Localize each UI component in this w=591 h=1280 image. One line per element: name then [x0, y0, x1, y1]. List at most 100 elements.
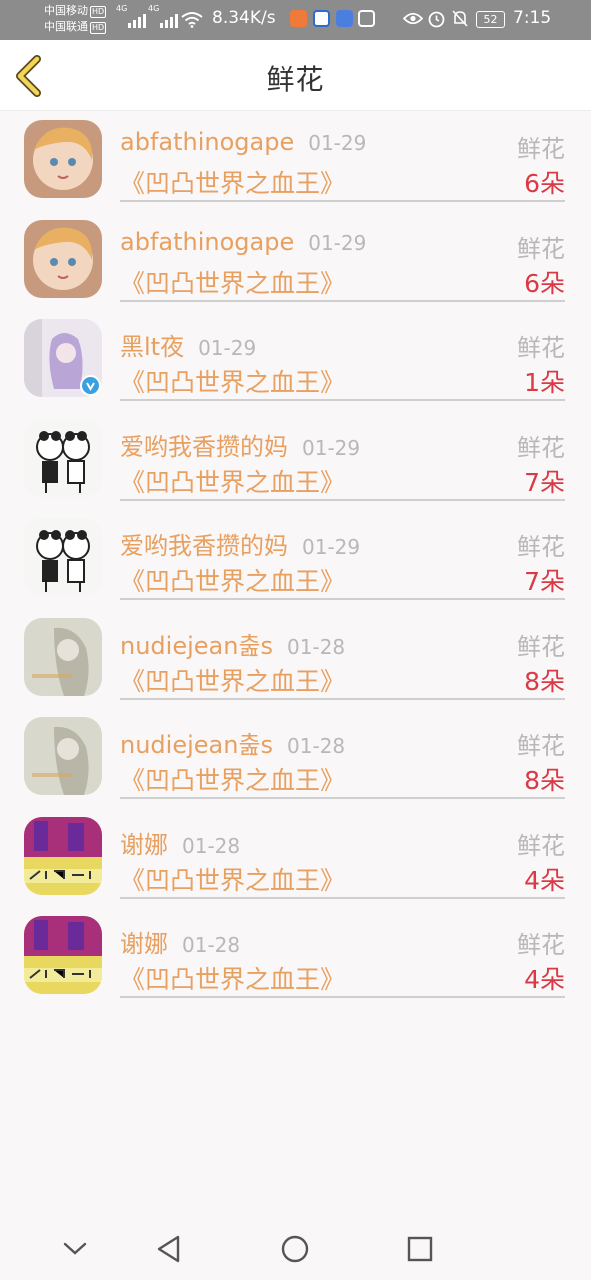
chevron-down-icon [63, 1242, 87, 1255]
list-item[interactable]: 黑lt夜 01-29 鲜花 《凹凸世界之血王》 1朵 [0, 319, 591, 419]
network-type: 4G [116, 4, 128, 13]
record-date: 01-29 [302, 435, 361, 460]
cartoon-couple-avatar[interactable] [24, 518, 102, 596]
user-name[interactable]: 黑lt夜 01-29 [120, 327, 256, 362]
user-name[interactable]: 谢娜 01-28 [120, 825, 240, 860]
user-name[interactable]: 爱哟我香攒的妈 01-29 [120, 526, 360, 561]
hand-icon [358, 10, 375, 27]
record-date: 01-29 [308, 230, 367, 255]
app-header: 鲜花 [0, 40, 591, 111]
divider [120, 200, 565, 202]
divider [120, 299, 565, 302]
user-name[interactable]: nudiejean춢s 01-28 [120, 626, 345, 661]
gift-type-label: 鲜花 [517, 632, 565, 661]
user-name[interactable]: 爱哟我香攒的妈 01-29 [120, 427, 360, 462]
list-item[interactable]: nudiejean춢s 01-28 鲜花 《凹凸世界之血王》 8朵 [0, 617, 591, 718]
record-date: 01-28 [182, 933, 241, 957]
gift-type-label: 鲜花 [517, 533, 565, 561]
hd-badge: HD [90, 6, 107, 18]
app-notification-icon [313, 10, 330, 27]
square-recents-icon [407, 1236, 433, 1262]
list-item[interactable]: 爱哟我香攒的妈 01-29 鲜花 《凹凸世界之血王》 7朵 [0, 518, 591, 618]
user-name[interactable]: 谢娜 01-28 [120, 924, 240, 959]
divider [120, 697, 565, 700]
book-title[interactable]: 《凹凸世界之血王》 [120, 662, 345, 698]
gift-type-label: 鲜花 [517, 135, 565, 163]
divider [120, 797, 565, 799]
record-date: 01-28 [287, 634, 346, 659]
book-title[interactable]: 《凹凸世界之血王》 [120, 861, 345, 897]
record-date: 01-28 [287, 734, 346, 758]
verified-badge-icon [80, 375, 101, 396]
user-name[interactable]: abfathinogape 01-29 [120, 228, 366, 256]
list-item[interactable]: nudiejean춢s 01-28 鲜花 《凹凸世界之血王》 8朵 [0, 717, 591, 817]
record-date: 01-29 [308, 131, 367, 155]
book-title[interactable]: 《凹凸世界之血王》 [120, 264, 345, 300]
network-type: 4G [148, 4, 160, 13]
triangle-back-icon [157, 1235, 180, 1263]
gift-type-label: 鲜花 [517, 732, 565, 760]
book-title[interactable]: 《凹凸世界之血王》 [120, 761, 345, 797]
battery-icon: 52 [476, 11, 505, 28]
nav-home-button[interactable] [278, 1232, 312, 1266]
flower-count: 4朵 [524, 865, 565, 895]
divider [120, 598, 565, 600]
flower-count: 8朵 [524, 766, 565, 795]
user-name[interactable]: abfathinogape 01-29 [120, 128, 366, 156]
book-title[interactable]: 《凹凸世界之血王》 [120, 463, 345, 499]
nav-recents-button[interactable] [403, 1232, 437, 1266]
music-icon [336, 10, 353, 27]
colorful-text-avatar[interactable] [24, 916, 102, 994]
book-title[interactable]: 《凹凸世界之血王》 [120, 562, 345, 598]
gift-type-label: 鲜花 [517, 433, 565, 462]
divider [120, 399, 565, 401]
mute-bell-icon [452, 10, 468, 27]
flower-count: 7朵 [524, 567, 565, 596]
user-name[interactable]: nudiejean춢s 01-28 [120, 725, 345, 760]
clock: 7:15 [513, 8, 552, 28]
divider [120, 896, 565, 899]
network-speed: 8.34K/s [212, 8, 276, 28]
gift-type-label: 鲜花 [517, 831, 565, 860]
flower-count: 8朵 [524, 666, 565, 696]
flower-count: 6朵 [524, 169, 565, 198]
record-date: 01-29 [302, 535, 361, 559]
list-item[interactable]: abfathinogape 01-29 鲜花 《凹凸世界之血王》 6朵 [0, 219, 591, 320]
flower-count: 4朵 [524, 965, 565, 994]
anime-girl-avatar[interactable] [24, 219, 102, 298]
wifi-icon [181, 12, 203, 28]
gift-type-label: 鲜花 [517, 334, 565, 362]
nav-back-button[interactable] [152, 1232, 186, 1266]
gift-type-label: 鲜花 [517, 931, 565, 959]
colorful-text-avatar[interactable] [24, 816, 102, 895]
list-item[interactable]: 谢娜 01-28 鲜花 《凹凸世界之血王》 4朵 [0, 816, 591, 917]
list-item[interactable]: 爱哟我香攒的妈 01-29 鲜花 《凹凸世界之血王》 7朵 [0, 418, 591, 519]
signal-icon: 4G [116, 4, 146, 28]
carrier-2: 中国联通 [44, 20, 88, 33]
book-title[interactable]: 《凹凸世界之血王》 [120, 164, 345, 200]
divider [120, 498, 565, 501]
book-title[interactable]: 《凹凸世界之血王》 [120, 960, 345, 996]
hd-badge: HD [90, 22, 107, 34]
hide-nav-button[interactable] [58, 1232, 92, 1266]
flower-count: 6朵 [524, 268, 565, 298]
signal-icon: 4G [148, 4, 178, 28]
list-item[interactable]: 谢娜 01-28 鲜花 《凹凸世界之血王》 4朵 [0, 916, 591, 1016]
cartoon-couple-avatar[interactable] [24, 418, 102, 497]
list-item[interactable]: abfathinogape 01-29 鲜花 《凹凸世界之血王》 6朵 [0, 120, 591, 220]
flower-record-list: abfathinogape 01-29 鲜花 《凹凸世界之血王》 6朵 abfat… [0, 120, 591, 1016]
flower-count: 1朵 [524, 368, 565, 397]
anime-girl-avatar[interactable] [24, 120, 102, 198]
faded-girl-avatar[interactable] [24, 717, 102, 795]
flower-count: 7朵 [524, 467, 565, 497]
record-date: 01-28 [182, 833, 241, 858]
record-date: 01-29 [198, 336, 257, 360]
divider [120, 996, 565, 998]
system-navigation-bar [0, 1218, 591, 1280]
alarm-icon [428, 11, 445, 28]
faded-girl-avatar[interactable] [24, 617, 102, 696]
book-title[interactable]: 《凹凸世界之血王》 [120, 363, 345, 399]
gift-type-label: 鲜花 [517, 234, 565, 263]
eye-icon [403, 12, 423, 25]
carrier-1: 中国移动 [44, 4, 88, 17]
